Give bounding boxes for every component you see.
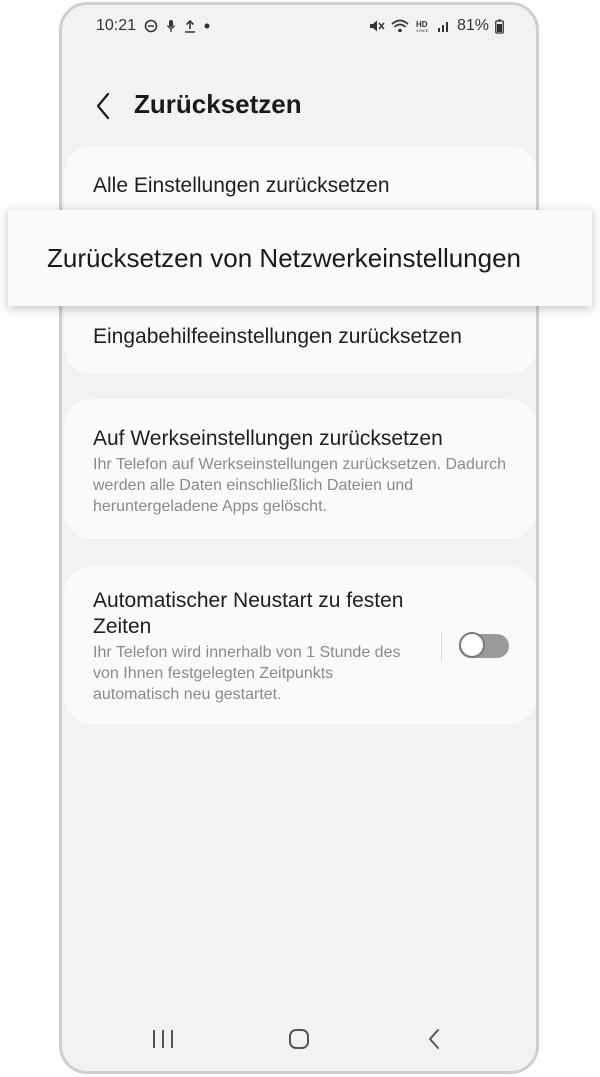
- status-bar: 10:21 HD VOICE 81%: [62, 5, 536, 45]
- home-button[interactable]: [287, 1027, 311, 1056]
- recents-button[interactable]: [150, 1027, 176, 1056]
- notification-dot-icon: [204, 23, 210, 29]
- app-header: Zurücksetzen: [62, 81, 536, 131]
- reset-network-settings-label: Zurücksetzen von Netzwerkeinstellungen: [47, 242, 522, 273]
- svg-text:VOICE: VOICE: [416, 28, 429, 33]
- auto-restart-description: Ihr Telefon wird innerhalb von 1 Stunde …: [93, 644, 401, 703]
- microphone-icon: [166, 19, 176, 33]
- factory-reset-item[interactable]: Auf Werkseinstellungen zurücksetzen Ihr …: [93, 426, 508, 517]
- reset-all-settings-item[interactable]: Alle Einstellungen zurücksetzen: [93, 173, 508, 199]
- do-not-disturb-icon: [144, 19, 158, 33]
- chevron-left-icon: [96, 92, 110, 120]
- factory-reset-description: Ihr Telefon auf Werkseinstellungen zurüc…: [93, 456, 506, 515]
- reset-all-settings-label: Alle Einstellungen zurücksetzen: [93, 174, 390, 197]
- home-icon: [289, 1029, 309, 1049]
- auto-restart-title: Automatischer Neustart zu festen Zeiten: [93, 589, 404, 638]
- wifi-icon: [391, 19, 409, 33]
- navigation-bar: [62, 1021, 536, 1061]
- highlighted-reset-network-settings-item[interactable]: Zurücksetzen von Netzwerkeinstellungen: [8, 210, 592, 306]
- auto-restart-card: Automatischer Neustart zu festen Zeiten …: [64, 566, 536, 724]
- toggle-knob: [459, 632, 485, 658]
- auto-restart-item[interactable]: Automatischer Neustart zu festen Zeiten …: [93, 588, 422, 705]
- status-right: HD VOICE 81%: [369, 17, 504, 35]
- page-title: Zurücksetzen: [134, 89, 302, 119]
- recents-icon: [153, 1030, 173, 1048]
- factory-reset-title: Auf Werkseinstellungen zurücksetzen: [93, 427, 443, 450]
- battery-percent: 81%: [456, 17, 489, 34]
- reset-accessibility-settings-item[interactable]: Eingabehilfeeinstellungen zurücksetzen: [93, 324, 508, 350]
- signal-icon: [437, 19, 451, 33]
- hd-voice-icon: HD VOICE: [415, 19, 431, 33]
- nav-back-button[interactable]: [426, 1027, 442, 1056]
- status-left: 10:21: [96, 17, 210, 35]
- status-time: 10:21: [96, 17, 137, 34]
- mute-icon: [369, 19, 385, 33]
- factory-reset-card: Auf Werkseinstellungen zurücksetzen Ihr …: [64, 399, 536, 539]
- battery-icon: [495, 19, 504, 34]
- auto-restart-toggle[interactable]: [459, 632, 509, 660]
- reset-accessibility-settings-label: Eingabehilfeeinstellungen zurücksetzen: [93, 325, 462, 348]
- back-button[interactable]: [88, 89, 118, 123]
- toggle-divider: [441, 632, 442, 662]
- upload-icon: [184, 19, 196, 33]
- phone-frame: 10:21 HD VOICE 81% Zurücksetzen Alle Ein…: [59, 2, 539, 1074]
- back-icon: [429, 1029, 439, 1049]
